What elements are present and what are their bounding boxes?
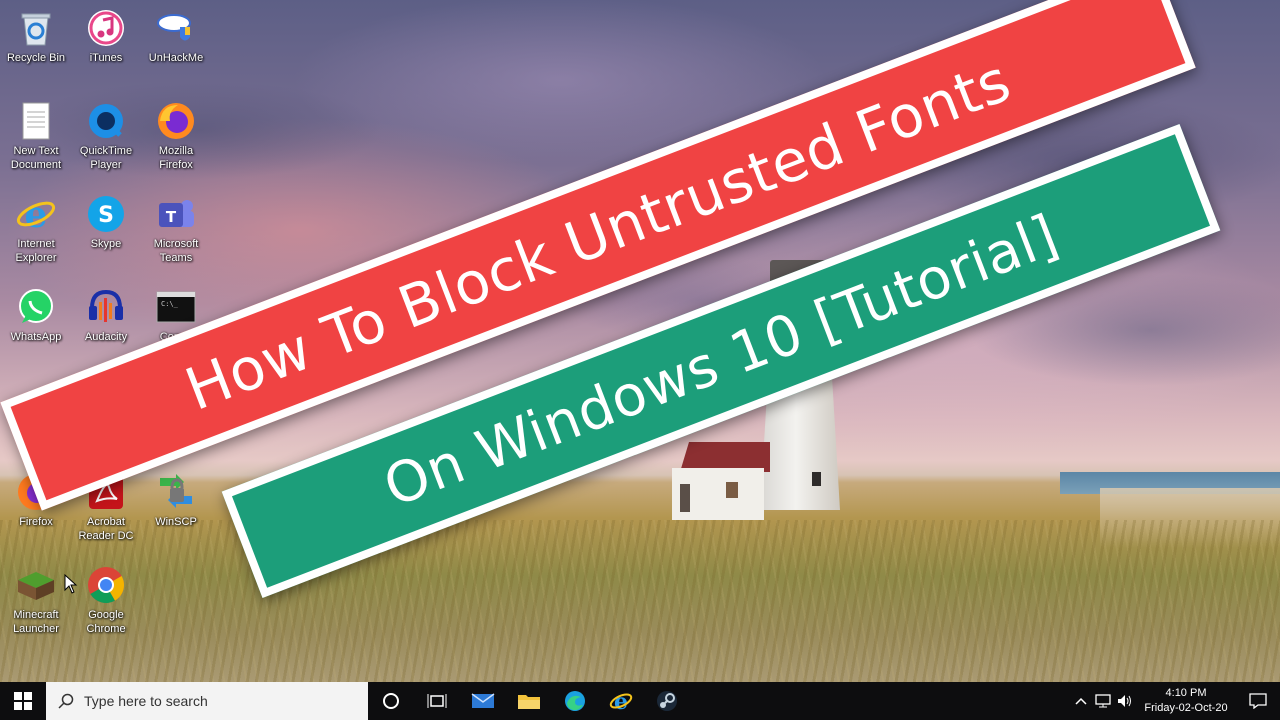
mouse-cursor-icon (64, 574, 78, 594)
taskbar-mail[interactable] (460, 682, 506, 720)
desktop-icon-microsoft-teams[interactable]: T Microsoft Teams (141, 194, 211, 265)
network-icon (1095, 694, 1111, 708)
internet-explorer-icon: e (609, 689, 633, 713)
whatsapp-icon (16, 287, 56, 327)
text-document-icon (16, 101, 56, 141)
clock-time: 4:10 PM (1165, 687, 1207, 699)
start-button[interactable] (0, 682, 46, 720)
winscp-icon (156, 472, 196, 512)
volume-button[interactable] (1114, 682, 1136, 720)
taskbar-file-explorer[interactable] (506, 682, 552, 720)
svg-text:e: e (25, 194, 48, 234)
file-explorer-icon (518, 695, 540, 709)
taskbar-internet-explorer[interactable]: e (598, 682, 644, 720)
recycle-bin-icon (16, 8, 56, 48)
wallpaper-grass (0, 520, 1280, 682)
cortana-icon (383, 693, 399, 709)
firefox-icon (156, 101, 196, 141)
desktop-icon-skype[interactable]: S Skype (71, 194, 141, 251)
quicktime-icon (86, 101, 126, 141)
speaker-icon (1118, 695, 1131, 707)
clock-date: Friday-02-Oct-20 (1144, 702, 1228, 714)
desktop-icon-google-chrome[interactable]: Google Chrome (71, 565, 141, 636)
task-view-icon (427, 694, 447, 708)
wallpaper-lighthouse-window (812, 472, 821, 486)
minecraft-icon (16, 565, 56, 605)
desktop-icon-mozilla-firefox[interactable]: Mozilla Firefox (141, 101, 211, 172)
edge-icon (565, 691, 585, 711)
desktop-icon-internet-explorer[interactable]: e Internet Explorer (1, 194, 71, 265)
svg-text:e: e (614, 689, 628, 713)
wallpaper-house-window (726, 482, 738, 498)
chrome-icon (86, 565, 126, 605)
steam-icon (657, 691, 677, 711)
desktop-icon-recycle-bin[interactable]: Recycle Bin (1, 8, 71, 65)
chevron-up-icon (1075, 697, 1087, 705)
desktop-icon-audacity[interactable]: Audacity (71, 287, 141, 344)
desktop-icon-itunes[interactable]: iTunes (71, 8, 141, 65)
notification-icon (1249, 693, 1267, 709)
desktop-icon-winscp[interactable]: WinSCP (141, 472, 211, 529)
search-icon (58, 693, 74, 709)
desktop-icon-new-text-document[interactable]: New Text Document (1, 101, 71, 172)
desktop-icon-whatsapp[interactable]: WhatsApp (1, 287, 71, 344)
taskbar: Type here to search e 4:10 PM Friday-02-… (0, 682, 1280, 720)
windows-logo-icon (14, 692, 32, 710)
unhackme-icon (156, 8, 196, 48)
desktop-icon-quicktime[interactable]: QuickTime Player (71, 101, 141, 172)
desktop-icon-minecraft-launcher[interactable]: Minecraft Launcher (1, 565, 71, 636)
skype-icon: S (86, 194, 126, 234)
internet-explorer-icon: e (16, 194, 56, 234)
audacity-icon (86, 287, 126, 327)
itunes-icon (86, 8, 126, 48)
desktop-icon-unhackme[interactable]: UnHackMe (141, 8, 211, 65)
show-hidden-icons-button[interactable] (1070, 682, 1092, 720)
network-button[interactable] (1092, 682, 1114, 720)
taskbar-clock[interactable]: 4:10 PM Friday-02-Oct-20 (1136, 686, 1236, 716)
svg-text:T: T (166, 208, 177, 226)
mail-icon (471, 693, 495, 708)
cortana-button[interactable] (368, 682, 414, 720)
taskbar-steam[interactable] (644, 682, 690, 720)
teams-icon: T (156, 194, 196, 234)
search-placeholder: Type here to search (84, 693, 208, 709)
command-prompt-icon: C:\_ (156, 287, 196, 327)
system-tray: 4:10 PM Friday-02-Oct-20 (1070, 682, 1280, 720)
taskbar-edge[interactable] (552, 682, 598, 720)
wallpaper-house-door (680, 484, 690, 512)
svg-text:S: S (98, 203, 114, 228)
svg-text:C:\_: C:\_ (161, 300, 179, 308)
taskbar-search-box[interactable]: Type here to search (46, 682, 368, 720)
action-center-button[interactable] (1236, 682, 1280, 720)
task-view-button[interactable] (414, 682, 460, 720)
